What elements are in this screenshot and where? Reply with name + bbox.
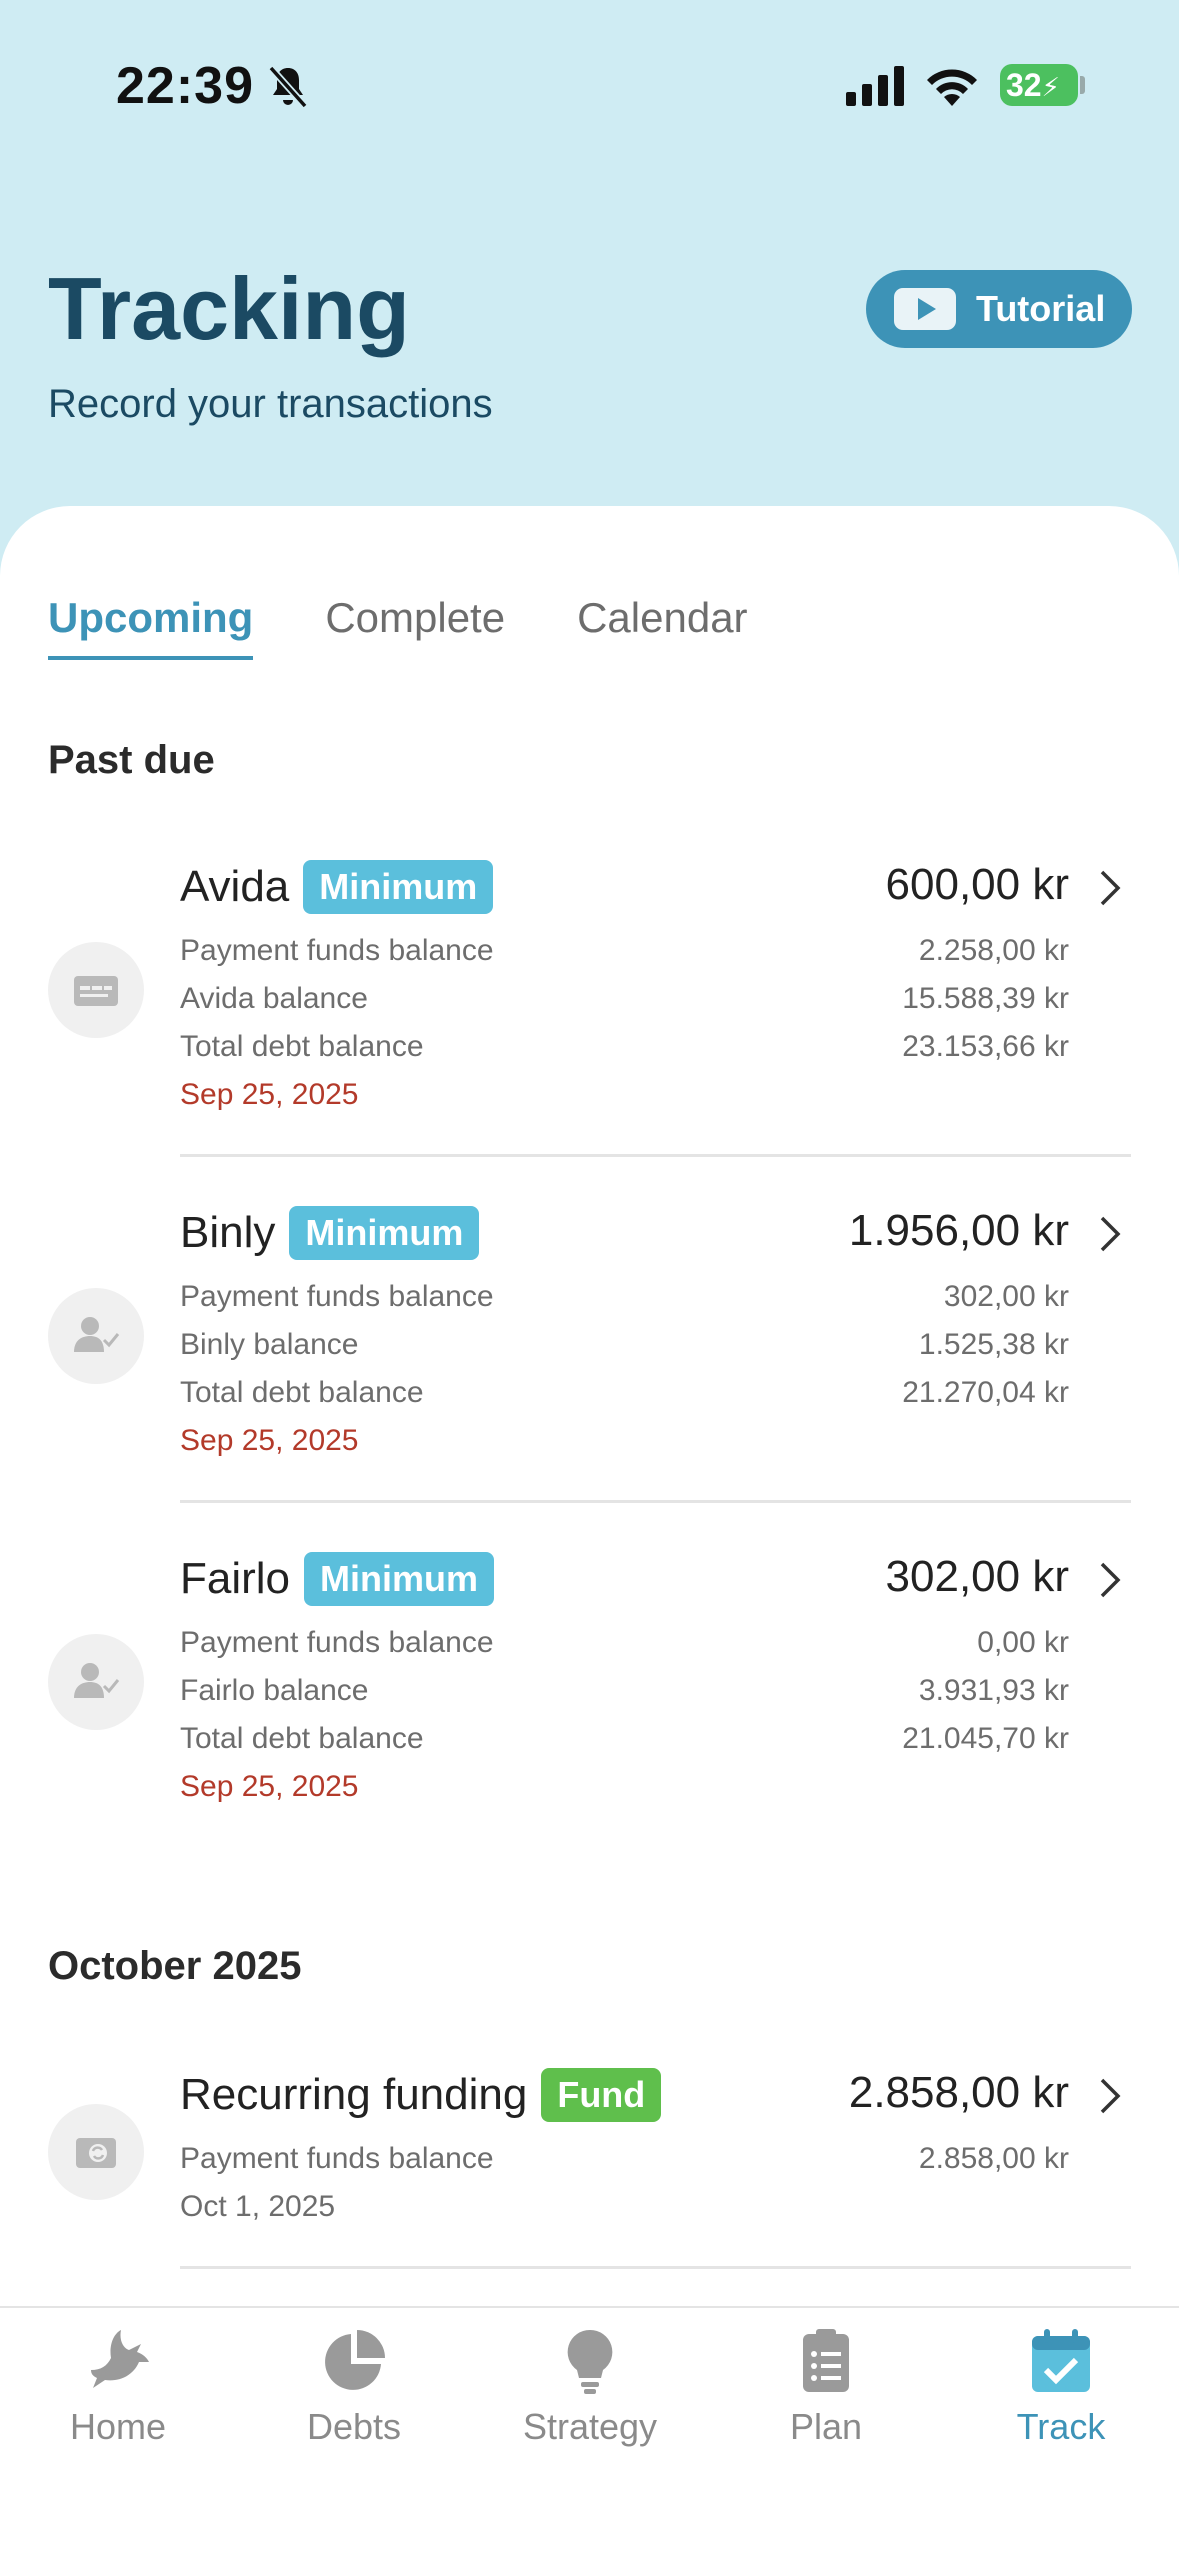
- transaction-name: Recurring funding Fund: [180, 2068, 662, 2122]
- battery-level: 32: [1006, 67, 1042, 103]
- tab-calendar[interactable]: Calendar: [577, 594, 747, 660]
- transaction-amount: 600,00 kr: [885, 860, 1069, 909]
- transaction-avatar: [48, 1288, 144, 1384]
- minimum-badge: Minimum: [304, 1552, 495, 1606]
- user-check-icon: [74, 1663, 120, 1698]
- nav-debts[interactable]: Debts: [236, 2326, 472, 2448]
- nav-label: Debts: [306, 2406, 402, 2447]
- chevron-right-icon: [1100, 1216, 1121, 1252]
- transaction-name-text: Fairlo: [180, 1554, 291, 1603]
- row-label: Binly balance: [180, 1328, 359, 1361]
- tutorial-button[interactable]: Tutorial: [866, 270, 1132, 348]
- row-label: Total debt balance: [180, 1376, 424, 1409]
- row-value: 21.045,70 kr: [902, 1722, 1069, 1755]
- page-header: Tracking Record your transactions Tutori…: [0, 170, 1179, 510]
- transactions-card: Upcoming Complete Calendar Past due Avid…: [0, 506, 1179, 2556]
- tab-complete[interactable]: Complete: [325, 594, 505, 660]
- transaction-name-text: Binly: [180, 1208, 276, 1257]
- nav-strategy[interactable]: Strategy: [472, 2326, 708, 2448]
- transaction-item-fairlo[interactable]: Fairlo Minimum 302,00 kr Payment funds b…: [0, 1552, 1179, 1852]
- row-value: 15.588,39 kr: [902, 982, 1069, 1015]
- row-value: 1.525,38 kr: [918, 1328, 1069, 1361]
- divider: [180, 1154, 1131, 1157]
- transaction-amount: 302,00 kr: [885, 1552, 1069, 1601]
- fund-badge: Fund: [541, 2068, 662, 2122]
- page-title: Tracking: [48, 259, 410, 358]
- transaction-item-recurring-funding[interactable]: Recurring funding Fund 2.858,00 kr Payme…: [0, 2068, 1179, 2268]
- due-date: Sep 25, 2025: [180, 1424, 359, 1457]
- due-date: Sep 25, 2025: [180, 1770, 359, 1803]
- pie-chart-icon: [325, 2330, 385, 2390]
- nav-label: Plan: [789, 2406, 863, 2447]
- status-time: 22:39: [116, 57, 254, 115]
- row-label: Payment funds balance: [180, 934, 494, 967]
- user-check-icon: [74, 1317, 120, 1352]
- nav-label: Home: [69, 2406, 167, 2447]
- transaction-item-avida[interactable]: Avida Minimum 600,00 kr Payment funds ba…: [0, 860, 1179, 1160]
- wifi-icon: [927, 69, 977, 106]
- divider: [180, 1500, 1131, 1503]
- nav-label: Track: [1016, 2406, 1106, 2447]
- transaction-name: Fairlo Minimum: [180, 1552, 495, 1606]
- transaction-name: Avida Minimum: [180, 860, 494, 914]
- chevron-right-icon: [1100, 1562, 1121, 1598]
- scheduled-date: Oct 1, 2025: [180, 2190, 336, 2223]
- row-label: Avida balance: [180, 982, 368, 1015]
- nav-plan[interactable]: Plan: [708, 2326, 944, 2448]
- play-icon: [894, 288, 956, 330]
- row-value: 0,00 kr: [977, 1626, 1069, 1659]
- bottom-navigation: Home Debts Strategy Plan Track: [0, 2306, 1179, 2556]
- transaction-amount: 1.956,00 kr: [848, 1206, 1069, 1255]
- row-value: 3.931,93 kr: [918, 1674, 1069, 1707]
- due-date: Sep 25, 2025: [180, 1078, 359, 1111]
- divider: [180, 2266, 1131, 2269]
- tutorial-label: Tutorial: [976, 288, 1106, 329]
- section-title-past-due: Past due: [48, 738, 215, 782]
- page-subtitle: Record your transactions: [48, 382, 493, 426]
- nav-home[interactable]: Home: [0, 2326, 236, 2448]
- credit-card-icon: [74, 976, 118, 1006]
- section-title-october-2025: October 2025: [48, 1944, 302, 1988]
- transaction-item-binly[interactable]: Binly Minimum 1.956,00 kr Payment funds …: [0, 1206, 1179, 1506]
- cellular-signal-icon: [846, 66, 904, 106]
- row-label: Total debt balance: [180, 1722, 424, 1755]
- minimum-badge: Minimum: [303, 860, 494, 914]
- transaction-name-text: Recurring funding: [180, 2070, 528, 2119]
- row-label: Payment funds balance: [180, 1280, 494, 1313]
- chevron-right-icon: [1100, 2078, 1121, 2114]
- row-value: 21.270,04 kr: [902, 1376, 1069, 1409]
- transaction-avatar: [48, 1634, 144, 1730]
- tab-bar: Upcoming Complete Calendar: [48, 594, 820, 660]
- wallet-recurring-icon: [76, 2138, 116, 2168]
- minimum-badge: Minimum: [289, 1206, 480, 1260]
- battery-icon: 32⚡: [1000, 64, 1078, 106]
- transaction-name-text: Avida: [180, 862, 290, 911]
- transaction-name: Binly Minimum: [180, 1206, 480, 1260]
- status-bar: 22:39 32⚡: [0, 0, 1179, 170]
- dove-icon: [91, 2330, 149, 2388]
- battery-tip: [1080, 76, 1085, 94]
- row-label: Total debt balance: [180, 1030, 424, 1063]
- transaction-avatar: [48, 2104, 144, 2200]
- row-label: Fairlo balance: [180, 1674, 369, 1707]
- row-value: 302,00 kr: [943, 1280, 1069, 1313]
- lightbulb-icon: [567, 2329, 613, 2394]
- nav-label: Strategy: [522, 2406, 658, 2447]
- row-label: Payment funds balance: [180, 2142, 494, 2175]
- transaction-amount: 2.858,00 kr: [848, 2068, 1069, 2117]
- calendar-check-icon: [1032, 2329, 1090, 2392]
- bell-muted-icon: [268, 65, 308, 109]
- tab-upcoming[interactable]: Upcoming: [48, 594, 254, 660]
- row-value: 2.258,00 kr: [918, 934, 1069, 967]
- clipboard-list-icon: [803, 2329, 849, 2392]
- row-label: Payment funds balance: [180, 1626, 494, 1659]
- nav-track[interactable]: Track: [943, 2326, 1179, 2448]
- chevron-right-icon: [1100, 870, 1121, 906]
- row-value: 23.153,66 kr: [902, 1030, 1069, 1063]
- transaction-avatar: [48, 942, 144, 1038]
- row-value: 2.858,00 kr: [918, 2142, 1069, 2175]
